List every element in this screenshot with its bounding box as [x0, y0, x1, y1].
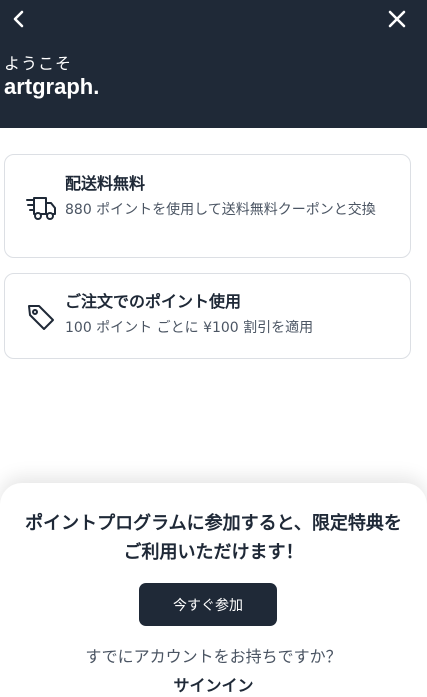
benefit-title: 配送料無料: [65, 174, 146, 193]
delivery-truck-icon: [26, 197, 56, 220]
chevron-left-icon: [13, 10, 24, 28]
join-program-sheet: ポイントプログラムに参加すると、限定特典をご利用いただけます！ 今すぐ参加 すで…: [0, 483, 427, 697]
greeting-text: ようこそ: [4, 54, 73, 73]
store-name: artgraph.: [4, 74, 100, 99]
benefit-description: 100 ポイント ごとに ¥100 割引を適用: [65, 320, 314, 336]
benefit-card-free-shipping[interactable]: 配送料無料 880 ポイントを使用して送料無料クーポンと交換: [4, 154, 411, 258]
price-tag-icon: [28, 305, 54, 330]
benefit-title: ご注文でのポイント使用: [65, 292, 242, 311]
header: ようこそ artgraph.: [0, 0, 427, 128]
account-question-text: すでにアカウントをお持ちですか？: [85, 647, 342, 666]
promo-text: ポイントプログラムに参加すると、限定特典をご利用いただけます！: [25, 513, 402, 563]
join-now-button[interactable]: 今すぐ参加: [139, 583, 277, 626]
benefit-card-points-discount[interactable]: ご注文でのポイント使用 100 ポイント ごとに ¥100 割引を適用: [4, 273, 411, 359]
back-button[interactable]: [6, 6, 32, 32]
sign-in-link[interactable]: サインイン: [0, 672, 427, 696]
close-button[interactable]: [384, 6, 410, 32]
close-icon: [388, 10, 406, 28]
benefit-description: 880 ポイントを使用して送料無料クーポンと交換: [65, 202, 376, 218]
